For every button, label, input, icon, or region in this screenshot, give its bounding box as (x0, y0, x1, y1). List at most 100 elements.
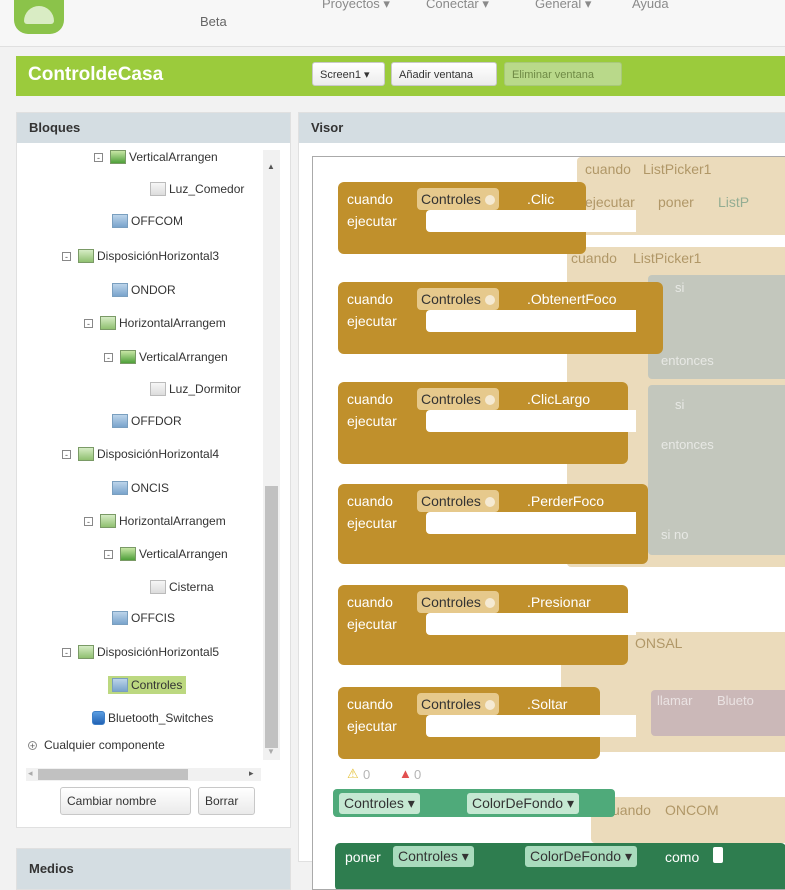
scroll-right-icon[interactable]: ▸ (249, 768, 254, 779)
menu-help[interactable]: Ayuda (632, 0, 669, 11)
screen-select-button[interactable]: Screen1 ▾ (312, 62, 385, 86)
beta-label: Beta (200, 14, 227, 29)
collapse-icon[interactable]: - (104, 352, 113, 362)
ghost-text: Blueto (717, 693, 754, 708)
expand-icon[interactable]: + (28, 740, 37, 750)
do-keyword: ejecutar (347, 515, 397, 531)
statement-slot[interactable] (426, 613, 636, 635)
statement-slot[interactable] (426, 715, 636, 737)
delete-button[interactable]: Borrar (198, 787, 255, 815)
tree-item-luz-dormitorio[interactable]: Luz_Dormitor (150, 382, 241, 396)
collapse-icon[interactable]: - (84, 516, 93, 526)
tree-item-disposicion5[interactable]: - DisposiciónHorizontal5 (62, 645, 219, 659)
collapse-icon[interactable]: - (84, 318, 93, 328)
horizontal-arrangement-icon (100, 514, 116, 528)
statement-slot[interactable] (426, 410, 636, 432)
scroll-left-icon[interactable]: ◂ (28, 768, 33, 779)
event-name: .ObtenertFoco (527, 291, 617, 307)
ghost-text: si (675, 280, 685, 295)
when-keyword: cuando (347, 391, 393, 407)
value-socket[interactable] (713, 847, 723, 863)
component-dropdown[interactable]: Controles (417, 288, 499, 310)
event-block-clic-largo[interactable]: cuando Controles .ClicLargo ejecutar (338, 382, 636, 464)
tree-item-ondor[interactable]: ONDOR (112, 283, 176, 297)
event-block-perder-foco[interactable]: cuando Controles .PerderFoco ejecutar (338, 484, 648, 564)
component-dropdown[interactable]: Controles (417, 188, 499, 210)
tree-item-offdor[interactable]: OFFDOR (112, 414, 182, 428)
tree-hscroll-thumb[interactable] (38, 769, 188, 780)
tree-item-cisterna[interactable]: Cisterna (150, 580, 214, 594)
collapse-icon[interactable]: - (104, 549, 113, 559)
add-screen-button[interactable]: Añadir ventana (391, 62, 497, 86)
component-dropdown[interactable]: Controles ▾ (339, 793, 420, 814)
ghost-text: ListPicker1 (633, 250, 702, 266)
tree-item-verticalarrangement1[interactable]: - VerticalArrangen (94, 150, 218, 164)
statement-slot[interactable] (426, 512, 636, 534)
statement-slot[interactable] (426, 310, 636, 332)
menu-connect[interactable]: Conectar ▾ (426, 0, 489, 12)
tree-item-verticalarrangement2[interactable]: - VerticalArrangen (104, 350, 228, 364)
statement-slot[interactable] (426, 210, 636, 232)
rename-button[interactable]: Cambiar nombre (60, 787, 191, 815)
tree-item-disposicion3[interactable]: - DisposiciónHorizontal3 (62, 249, 219, 263)
event-block-soltar[interactable]: cuando Controles .Soltar ejecutar (338, 687, 636, 759)
error-count: 0 (414, 767, 422, 782)
event-block-clic[interactable]: cuando Controles .Clic ejecutar (338, 182, 636, 254)
error-icon[interactable]: ▲ (399, 766, 412, 781)
ghost-text: ONCOM (665, 802, 719, 818)
component-dropdown[interactable]: Controles ▾ (393, 846, 474, 867)
tree-item-any-component[interactable]: + Cualquier componente (28, 738, 165, 752)
vertical-arrangement-icon (110, 150, 126, 164)
menu-general[interactable]: General ▾ (535, 0, 591, 12)
tree-item-disposicion4[interactable]: - DisposiciónHorizontal4 (62, 447, 219, 461)
app-inventor-logo[interactable] (14, 0, 64, 34)
component-dropdown[interactable]: Controles (417, 490, 499, 512)
do-keyword: ejecutar (347, 313, 397, 329)
tree-item-controles[interactable]: Controles (108, 676, 187, 694)
tree-item-offcom[interactable]: OFFCOM (112, 214, 183, 228)
property-dropdown[interactable]: ColorDeFondo ▾ (467, 793, 579, 814)
when-keyword: cuando (347, 493, 393, 509)
ghost-text: ONSAL (635, 635, 683, 651)
when-keyword: cuando (347, 291, 393, 307)
menu-projects[interactable]: Proyectos ▾ (322, 0, 390, 12)
tree-item-bluetooth-switches[interactable]: Bluetooth_Switches (92, 711, 213, 725)
when-keyword: cuando (347, 191, 393, 207)
component-dropdown[interactable]: Controles (417, 693, 499, 715)
collapse-icon[interactable]: - (94, 152, 103, 162)
tree-item-luz-comedor[interactable]: Luz_Comedor (150, 182, 244, 196)
property-getter-block[interactable]: Controles ▾ ColorDeFondo ▾ (333, 789, 615, 817)
ghost-text: entonces (661, 353, 714, 368)
tree-item-oncis[interactable]: ONCIS (112, 481, 169, 495)
event-block-presionar[interactable]: cuando Controles .Presionar ejecutar (338, 585, 636, 665)
event-block-obtener-foco[interactable]: cuando Controles .ObtenertFoco ejecutar (338, 282, 663, 354)
collapse-icon[interactable]: - (62, 449, 71, 459)
collapse-icon[interactable]: - (62, 251, 71, 261)
label-icon (150, 382, 166, 396)
tree-item-horizontalarrangement3[interactable]: - HorizontalArrangem (84, 514, 226, 528)
viewer-title: Visor (299, 113, 785, 143)
property-dropdown[interactable]: ColorDeFondo ▾ (525, 846, 637, 867)
warning-icon[interactable]: ⚠ (347, 766, 359, 782)
component-dropdown[interactable]: Controles (417, 591, 499, 613)
ghost-text: poner (658, 194, 694, 210)
property-setter-block[interactable]: poner Controles ▾ ColorDeFondo ▾ como (335, 843, 785, 889)
component-dropdown[interactable]: Controles (417, 388, 499, 410)
button-icon (112, 283, 128, 297)
scroll-up-icon[interactable]: ▲ (267, 162, 275, 171)
scroll-down-icon[interactable]: ▼ (267, 747, 275, 756)
tree-item-horizontalarrangement2[interactable]: - HorizontalArrangem (84, 316, 226, 330)
tree-scroll-thumb[interactable] (265, 486, 278, 748)
tree-item-verticalarrangement3[interactable]: - VerticalArrangen (104, 547, 228, 561)
button-icon (112, 611, 128, 625)
event-name: .Soltar (527, 696, 568, 712)
blocks-workspace[interactable]: cuando ListPicker1 ejecutar poner ListP … (312, 156, 785, 890)
button-icon (112, 481, 128, 495)
dropdown-arrow-icon (484, 598, 495, 608)
event-name: .Presionar (527, 594, 591, 610)
event-name: .Clic (527, 191, 555, 207)
to-keyword: como (665, 849, 700, 865)
collapse-icon[interactable]: - (62, 647, 71, 657)
tree-item-offcis[interactable]: OFFCIS (112, 611, 175, 625)
when-keyword: cuando (347, 696, 393, 712)
